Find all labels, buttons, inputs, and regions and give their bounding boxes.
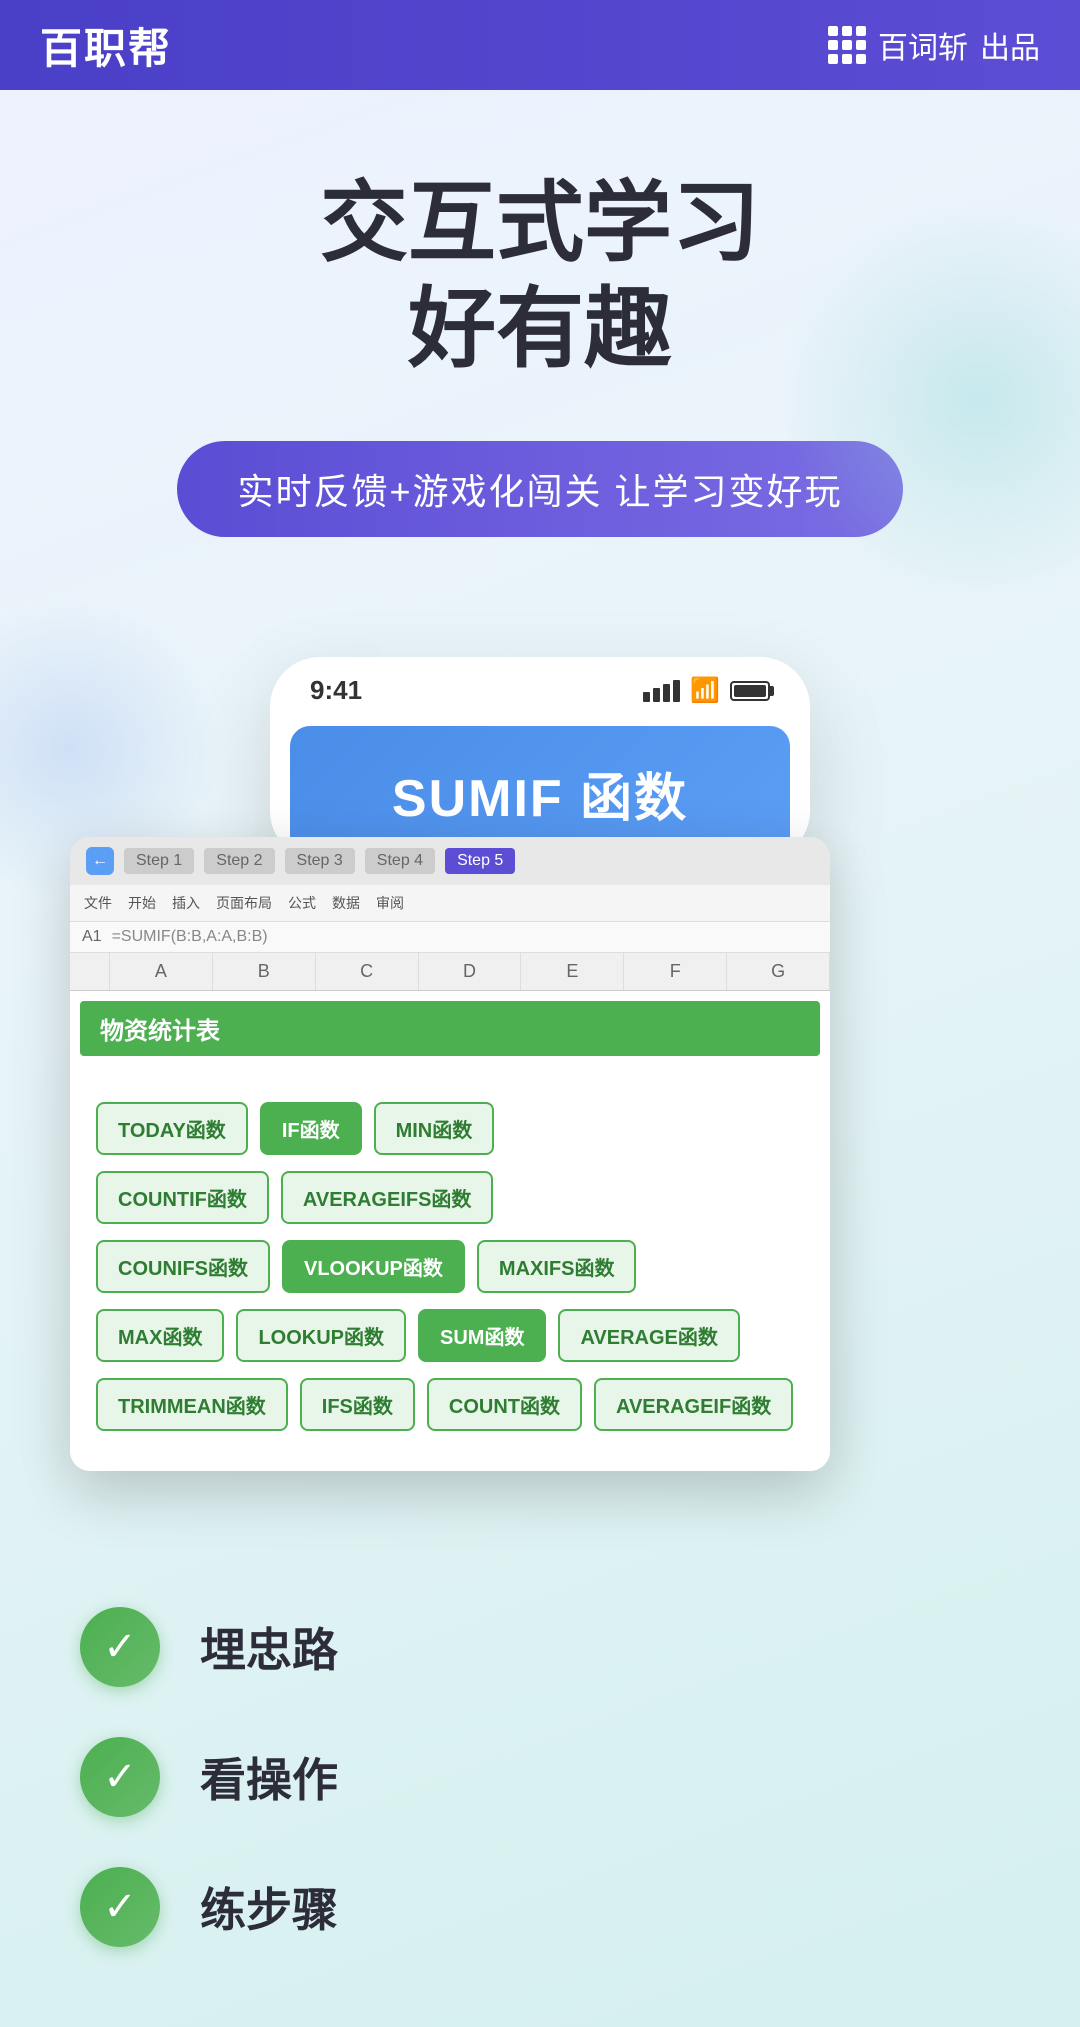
func-vlookup[interactable]: VLOOKUP函数 [282, 1240, 465, 1293]
spreadsheet-card: ← Step 1 Step 2 Step 3 Step 4 Step 5 文件 … [70, 837, 830, 1471]
sheet-title: 物资统计表 [80, 1001, 820, 1056]
step-2[interactable]: Step 2 [204, 848, 274, 874]
func-min[interactable]: MIN函数 [374, 1102, 495, 1155]
func-row-4: MAX函数 LOOKUP函数 SUM函数 AVERAGE函数 [90, 1303, 810, 1368]
func-count[interactable]: COUNT函数 [427, 1378, 582, 1431]
battery-icon [730, 681, 770, 701]
toolbar-item-1: 文件 [80, 891, 116, 915]
hero-section: 交互式学习 好有趣 实时反馈+游戏化闯关 让学习变好玩 [0, 90, 1080, 597]
brand-icon [828, 26, 866, 64]
col-e: E [521, 953, 624, 990]
func-maxifs[interactable]: MAXIFS函数 [477, 1240, 637, 1293]
func-row-2: COUNTIF函数 AVERAGEIFS函数 [90, 1165, 810, 1230]
hero-title: 交互式学习 好有趣 [40, 170, 1040, 381]
checklist-label-2: 看操作 [200, 1744, 338, 1810]
hero-title-line2: 好有趣 [408, 279, 672, 378]
checkmark-3: ✓ [103, 1887, 137, 1927]
spreadsheet-nav: ← Step 1 Step 2 Step 3 Step 4 Step 5 [70, 837, 830, 885]
toolbar-item-5: 公式 [284, 891, 320, 915]
status-bar: 9:41 📶 [270, 657, 810, 716]
back-button[interactable]: ← [86, 847, 114, 875]
phone-mockup: 9:41 📶 SUMIF 函数 [270, 657, 810, 861]
app-header: 百职帮 百词斩 出品 [0, 0, 1080, 90]
checklist-item-3: ✓ 练步骤 [80, 1867, 1000, 1947]
status-icons: 📶 [643, 676, 770, 705]
col-c: C [316, 953, 419, 990]
toolbar-item-3: 插入 [168, 891, 204, 915]
step-3[interactable]: Step 3 [285, 848, 355, 874]
col-g: G [727, 953, 830, 990]
excel-toolbar: 文件 开始 插入 页面布局 公式 数据 审阅 [70, 885, 830, 922]
brand-name: 百词斩 [878, 23, 968, 67]
toolbar-item-6: 数据 [328, 891, 364, 915]
func-row-1: TODAY函数 IF函数 MIN函数 [90, 1096, 810, 1161]
checkmark-2: ✓ [103, 1757, 137, 1797]
col-f: F [624, 953, 727, 990]
func-trimmean[interactable]: TRIMMEAN函数 [96, 1378, 288, 1431]
func-if[interactable]: IF函数 [260, 1102, 362, 1155]
brand-area: 百词斩 出品 [828, 23, 1040, 67]
func-countif[interactable]: COUNTIF函数 [96, 1171, 269, 1224]
func-row-5: TRIMMEAN函数 IFS函数 COUNT函数 AVERAGEIF函数 [90, 1372, 810, 1437]
func-max[interactable]: MAX函数 [96, 1309, 224, 1362]
grid-header: A B C D E F G [70, 953, 830, 991]
step-1[interactable]: Step 1 [124, 848, 194, 874]
check-circle-2: ✓ [80, 1737, 160, 1817]
func-averageifs[interactable]: AVERAGEIFS函数 [281, 1171, 494, 1224]
clock: 9:41 [310, 675, 362, 706]
func-sum[interactable]: SUM函数 [418, 1309, 546, 1362]
func-counifs[interactable]: COUNIFS函数 [96, 1240, 270, 1293]
checklist-item-2: ✓ 看操作 [80, 1737, 1000, 1817]
signal-icon [643, 680, 680, 702]
hero-title-line1: 交互式学习 [320, 173, 760, 272]
app-logo: 百职帮 [40, 15, 172, 76]
func-average[interactable]: AVERAGE函数 [558, 1309, 739, 1362]
formula-content: =SUMIF(B:B,A:A,B:B) [112, 928, 818, 946]
wifi-icon: 📶 [690, 676, 720, 705]
toolbar-item-7: 审阅 [372, 891, 408, 915]
func-averageif[interactable]: AVERAGEIF函数 [594, 1378, 793, 1431]
func-ifs[interactable]: IFS函数 [300, 1378, 415, 1431]
col-d: D [419, 953, 522, 990]
toolbar-item-4: 页面布局 [212, 891, 276, 915]
col-a: A [110, 953, 213, 990]
cell-ref: A1 [82, 928, 102, 946]
row-num-header [70, 953, 110, 990]
toolbar-item-2: 开始 [124, 891, 160, 915]
function-tags: TODAY函数 IF函数 MIN函数 COUNTIF函数 AVERAGEIFS函… [70, 1076, 830, 1471]
step-4[interactable]: Step 4 [365, 848, 435, 874]
step-5-active[interactable]: Step 5 [445, 848, 515, 874]
sumif-title: SUMIF 函数 [330, 756, 750, 831]
mockup-area: 9:41 📶 SUMIF 函数 ← Step 1 St [90, 657, 990, 1557]
func-today[interactable]: TODAY函数 [96, 1102, 248, 1155]
checklist-label-3: 练步骤 [200, 1874, 338, 1940]
check-circle-3: ✓ [80, 1867, 160, 1947]
checklist-area: ✓ 埋忠路 ✓ 看操作 ✓ 练步骤 [0, 1577, 1080, 2027]
func-lookup[interactable]: LOOKUP函数 [236, 1309, 406, 1362]
checklist-item-1: ✓ 埋忠路 [80, 1607, 1000, 1687]
checklist-label-1: 埋忠路 [200, 1614, 338, 1680]
excel-data-area: 物资统计表 [70, 991, 830, 1076]
func-row-3: COUNIFS函数 VLOOKUP函数 MAXIFS函数 [90, 1234, 810, 1299]
formula-bar: A1 =SUMIF(B:B,A:A,B:B) [70, 922, 830, 953]
brand-suffix: 出品 [980, 23, 1040, 67]
col-b: B [213, 953, 316, 990]
check-circle-1: ✓ [80, 1607, 160, 1687]
hero-badge: 实时反馈+游戏化闯关 让学习变好玩 [177, 441, 902, 537]
checkmark-1: ✓ [103, 1627, 137, 1667]
